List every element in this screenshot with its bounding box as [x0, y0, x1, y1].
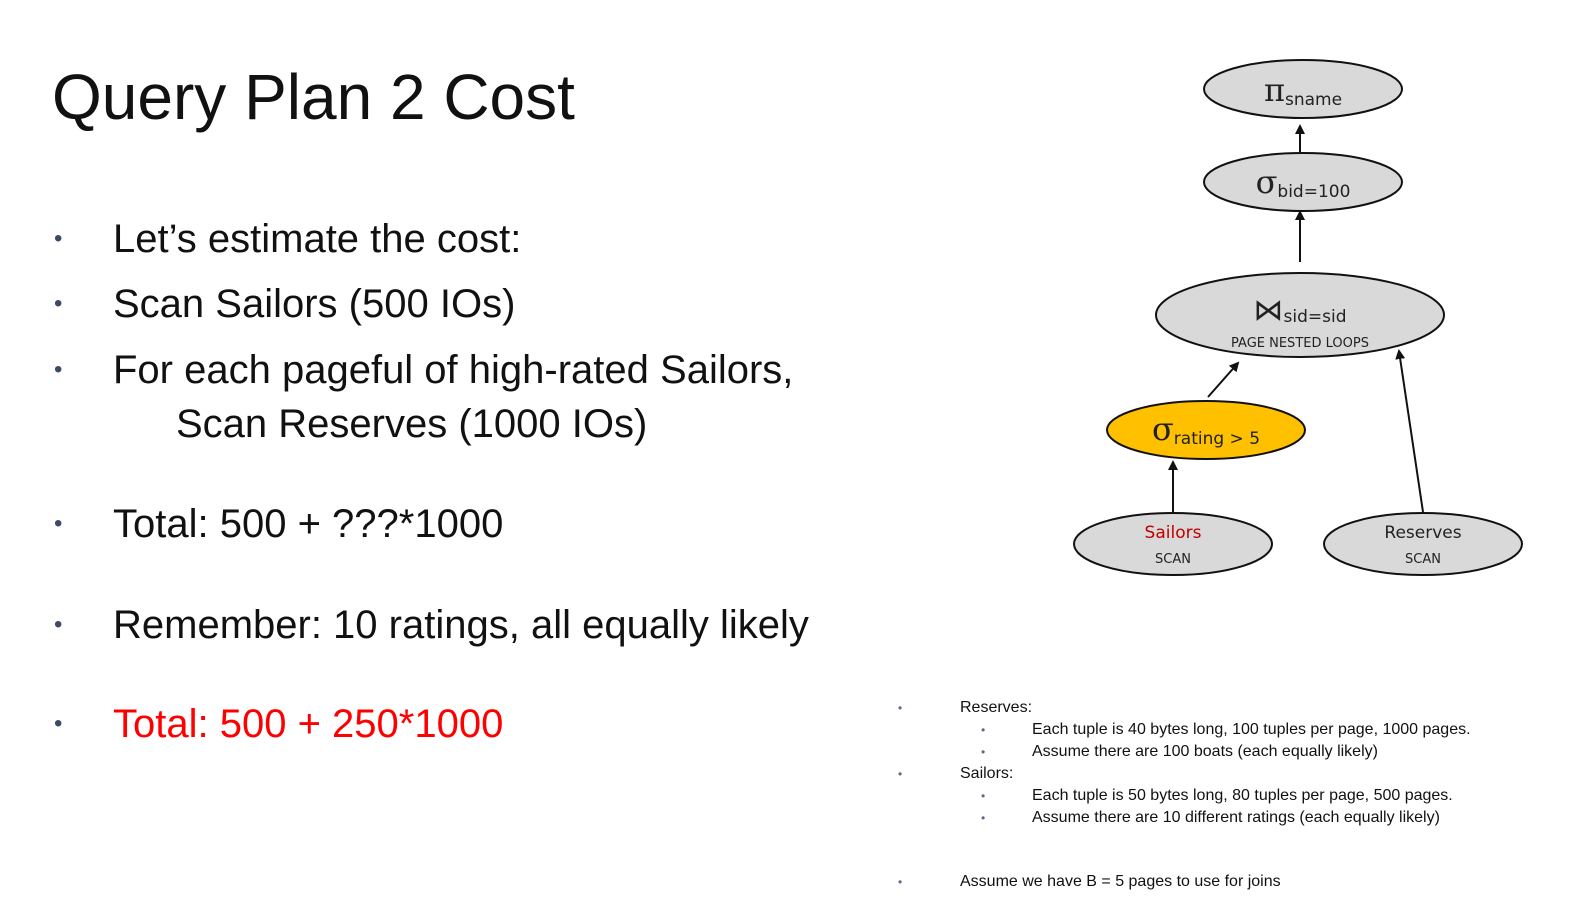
- bullet-dot: •: [54, 290, 63, 317]
- scan-label: SCAN: [1405, 552, 1441, 567]
- note-dot: •: [981, 723, 986, 737]
- bullet-dot: •: [54, 225, 63, 252]
- note-text: Each tuple is 40 bytes long, 100 tuples …: [1032, 721, 1471, 738]
- note-dot: •: [981, 745, 986, 759]
- bullet-text: For each pageful of high-rated Sailors,: [113, 348, 794, 392]
- node-select-rating: σrating > 5: [1106, 400, 1306, 460]
- scan-label: SCAN: [1155, 552, 1191, 567]
- bullet-dot: •: [54, 710, 63, 737]
- bullet-dot: •: [54, 611, 63, 638]
- note-dot: •: [898, 875, 903, 889]
- note-text: Assume there are 10 different ratings (e…: [1032, 809, 1440, 826]
- node-sailors-scan: Sailors SCAN: [1073, 512, 1273, 576]
- edge-reserves-to-join: [1395, 349, 1424, 513]
- node-join: ⋈sid=sid PAGE NESTED LOOPS: [1155, 272, 1445, 358]
- note-label: Reserves:: [960, 699, 1033, 716]
- note-text: Assume there are 100 boats (each equally…: [1032, 743, 1378, 760]
- bullet-text: Let’s estimate the cost:: [113, 217, 522, 261]
- note-text: Each tuple is 50 bytes long, 80 tuples p…: [1032, 787, 1453, 804]
- bullet-text: Remember: 10 ratings, all equally likely: [113, 603, 809, 647]
- note-dot: •: [898, 701, 903, 715]
- note-dot: •: [981, 789, 986, 803]
- note-text: Assume we have B = 5 pages to use for jo…: [960, 873, 1281, 890]
- node-reserves-scan: Reserves SCAN: [1323, 512, 1523, 576]
- note-dot: •: [898, 767, 903, 781]
- node-project-sname: πsname: [1203, 59, 1403, 119]
- edge-rating-to-join: [1207, 361, 1240, 398]
- sailors-label: Sailors: [1145, 523, 1202, 543]
- bullet-text: Total: 500 + ???*1000: [113, 502, 504, 546]
- bullet-text-continued: Scan Reserves (1000 IOs): [176, 402, 648, 446]
- bullet-list: • Let’s estimate the cost: • Scan Sailor…: [0, 0, 940, 919]
- note-dot: •: [981, 811, 986, 825]
- reserves-label: Reserves: [1384, 523, 1461, 543]
- bullet-dot: •: [54, 356, 63, 383]
- note-label: Sailors:: [960, 765, 1014, 782]
- bullet-text-answer: Total: 500 + 250*1000: [113, 702, 504, 746]
- join-method-label: PAGE NESTED LOOPS: [1231, 336, 1369, 351]
- node-select-bid: σbid=100: [1203, 152, 1403, 212]
- assumption-notes: • Reserves: • Each tuple is 40 bytes lon…: [895, 698, 1585, 898]
- bullet-dot: •: [54, 510, 63, 537]
- bullet-text: Scan Sailors (500 IOs): [113, 282, 516, 326]
- query-plan-diagram: πsname σbid=100 ⋈sid=sid PAGE NESTED LOO…: [1073, 59, 1523, 576]
